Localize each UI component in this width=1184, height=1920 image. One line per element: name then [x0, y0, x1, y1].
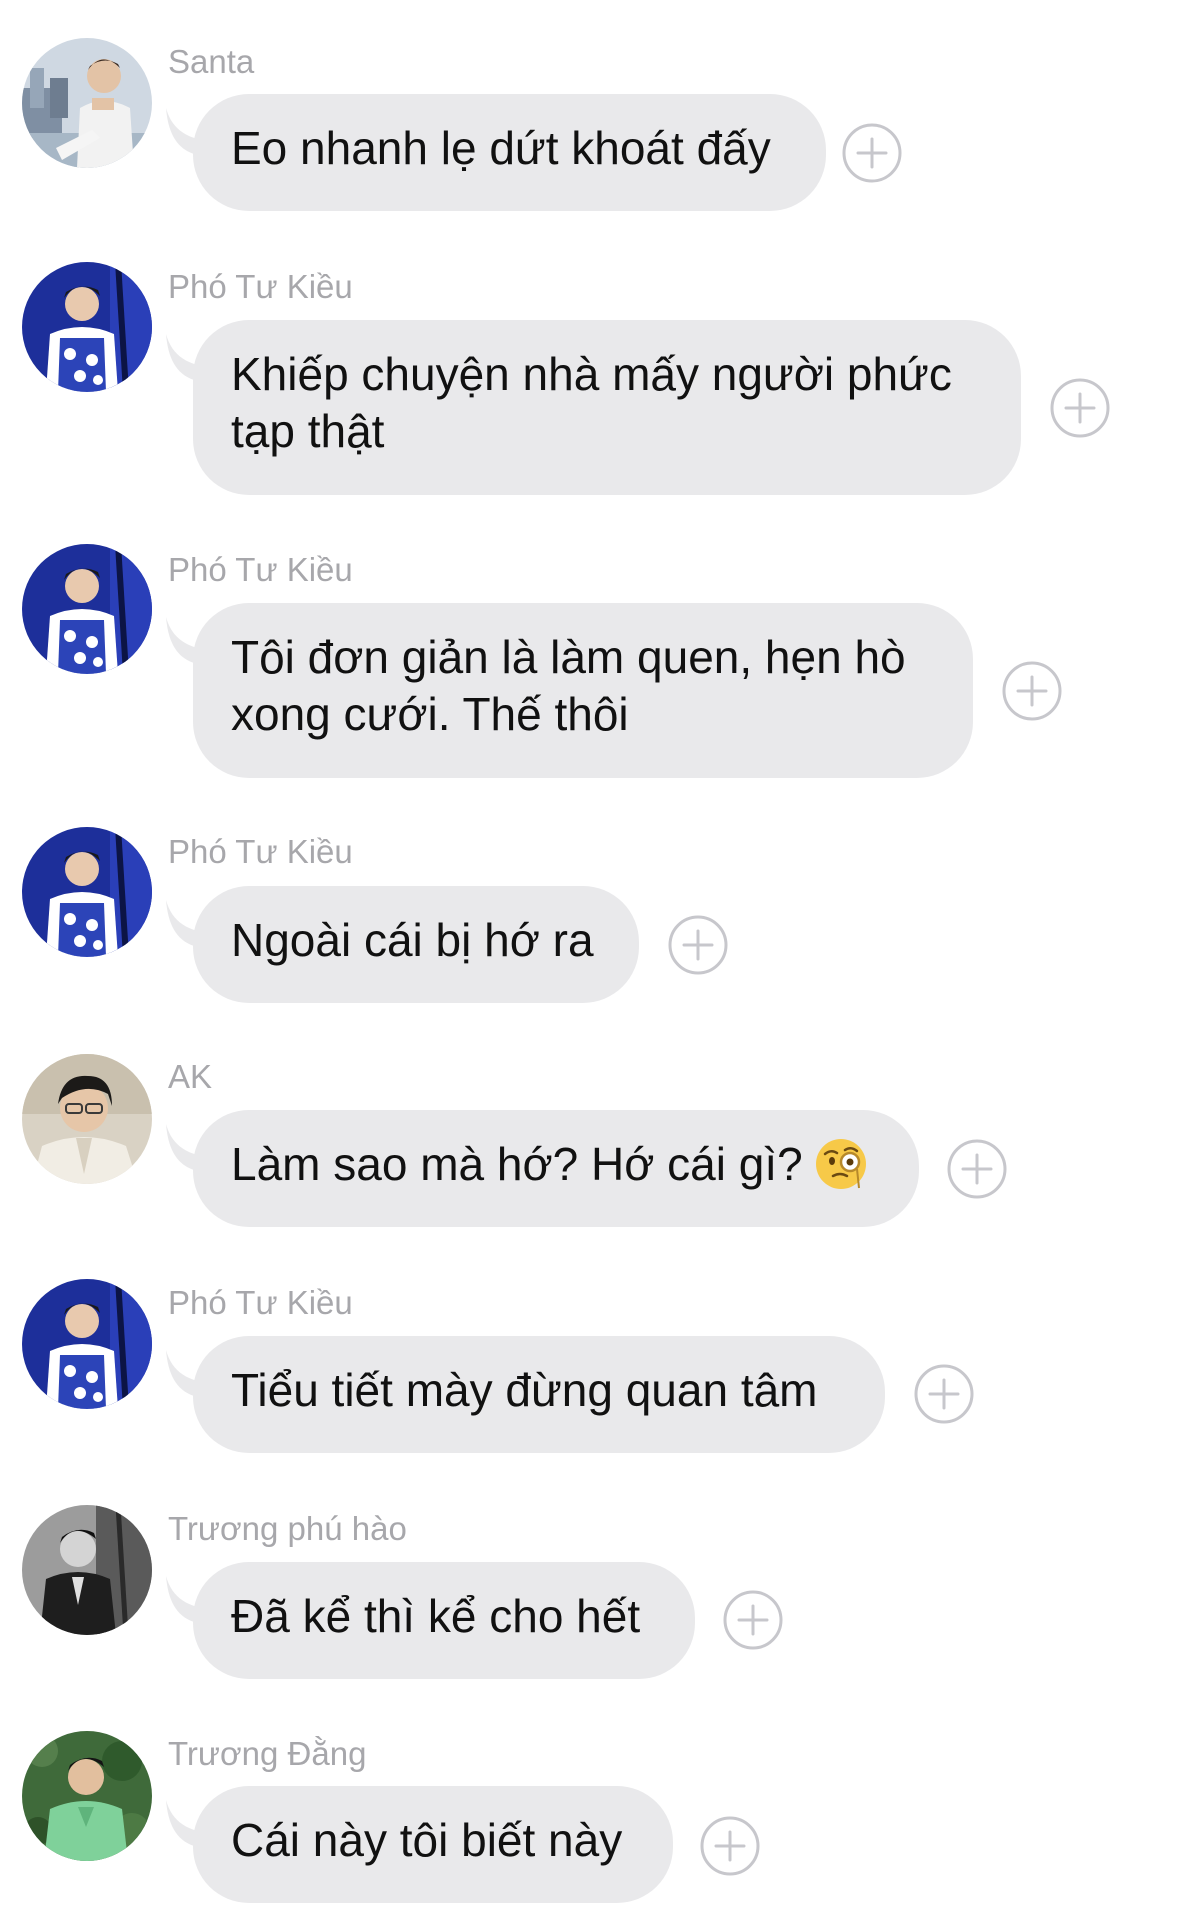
add-reaction-icon[interactable] — [1049, 377, 1111, 439]
avatar[interactable] — [22, 827, 152, 957]
message-text: Eo nhanh lẹ dứt khoát đấy — [231, 122, 771, 174]
sender-name: Trương Đằng — [168, 1735, 367, 1772]
message-bubble[interactable]: Tôi đơn giản là làm quen, hẹn hò xong cư… — [193, 603, 973, 778]
avatar[interactable] — [22, 1279, 152, 1409]
chat-thread: Santa Eo nhanh lẹ dứt khoát đấy Phó Tư K… — [0, 0, 1184, 1920]
sender-name: Trương phú hào — [168, 1510, 407, 1547]
sender-name: Phó Tư Kiều — [168, 833, 353, 870]
add-reaction-icon[interactable] — [913, 1363, 975, 1425]
message-bubble[interactable]: Ngoài cái bị hớ ra — [193, 886, 639, 1003]
message-bubble[interactable]: Tiểu tiết mày đừng quan tâm — [193, 1336, 885, 1453]
sender-name: Phó Tư Kiều — [168, 551, 353, 588]
avatar[interactable] — [22, 262, 152, 392]
message-text: Khiếp chuyện nhà mấy người phức tạp thật — [231, 348, 952, 457]
face-with-monocle-emoji — [813, 1136, 869, 1192]
sender-name: Phó Tư Kiều — [168, 268, 353, 305]
sender-name: AK — [168, 1058, 213, 1095]
avatar[interactable] — [22, 1731, 152, 1861]
add-reaction-icon[interactable] — [667, 914, 729, 976]
avatar[interactable] — [22, 544, 152, 674]
sender-name: Santa — [168, 43, 255, 80]
add-reaction-icon[interactable] — [1001, 660, 1063, 722]
message-bubble[interactable]: Khiếp chuyện nhà mấy người phức tạp thật — [193, 320, 1021, 495]
message-text: Tôi đơn giản là làm quen, hẹn hò xong cư… — [231, 631, 906, 740]
avatar[interactable] — [22, 1054, 152, 1184]
add-reaction-icon[interactable] — [946, 1138, 1008, 1200]
add-reaction-icon[interactable] — [722, 1589, 784, 1651]
message-text: Cái này tôi biết này — [231, 1814, 623, 1866]
message-text: Ngoài cái bị hớ ra — [231, 914, 594, 966]
sender-name: Phó Tư Kiều — [168, 1284, 353, 1321]
add-reaction-icon[interactable] — [841, 122, 903, 184]
avatar[interactable] — [22, 38, 152, 168]
message-bubble[interactable]: Cái này tôi biết này — [193, 1786, 673, 1903]
avatar[interactable] — [22, 1505, 152, 1635]
message-text: Tiểu tiết mày đừng quan tâm — [231, 1364, 818, 1416]
message-bubble[interactable]: Đã kể thì kể cho hết — [193, 1562, 695, 1679]
message-bubble[interactable]: Làm sao mà hớ? Hớ cái gì? — [193, 1110, 919, 1227]
message-text: Đã kể thì kể cho hết — [231, 1590, 641, 1642]
add-reaction-icon[interactable] — [699, 1815, 761, 1877]
message-text: Làm sao mà hớ? Hớ cái gì? — [231, 1138, 803, 1190]
message-bubble[interactable]: Eo nhanh lẹ dứt khoát đấy — [193, 94, 826, 211]
